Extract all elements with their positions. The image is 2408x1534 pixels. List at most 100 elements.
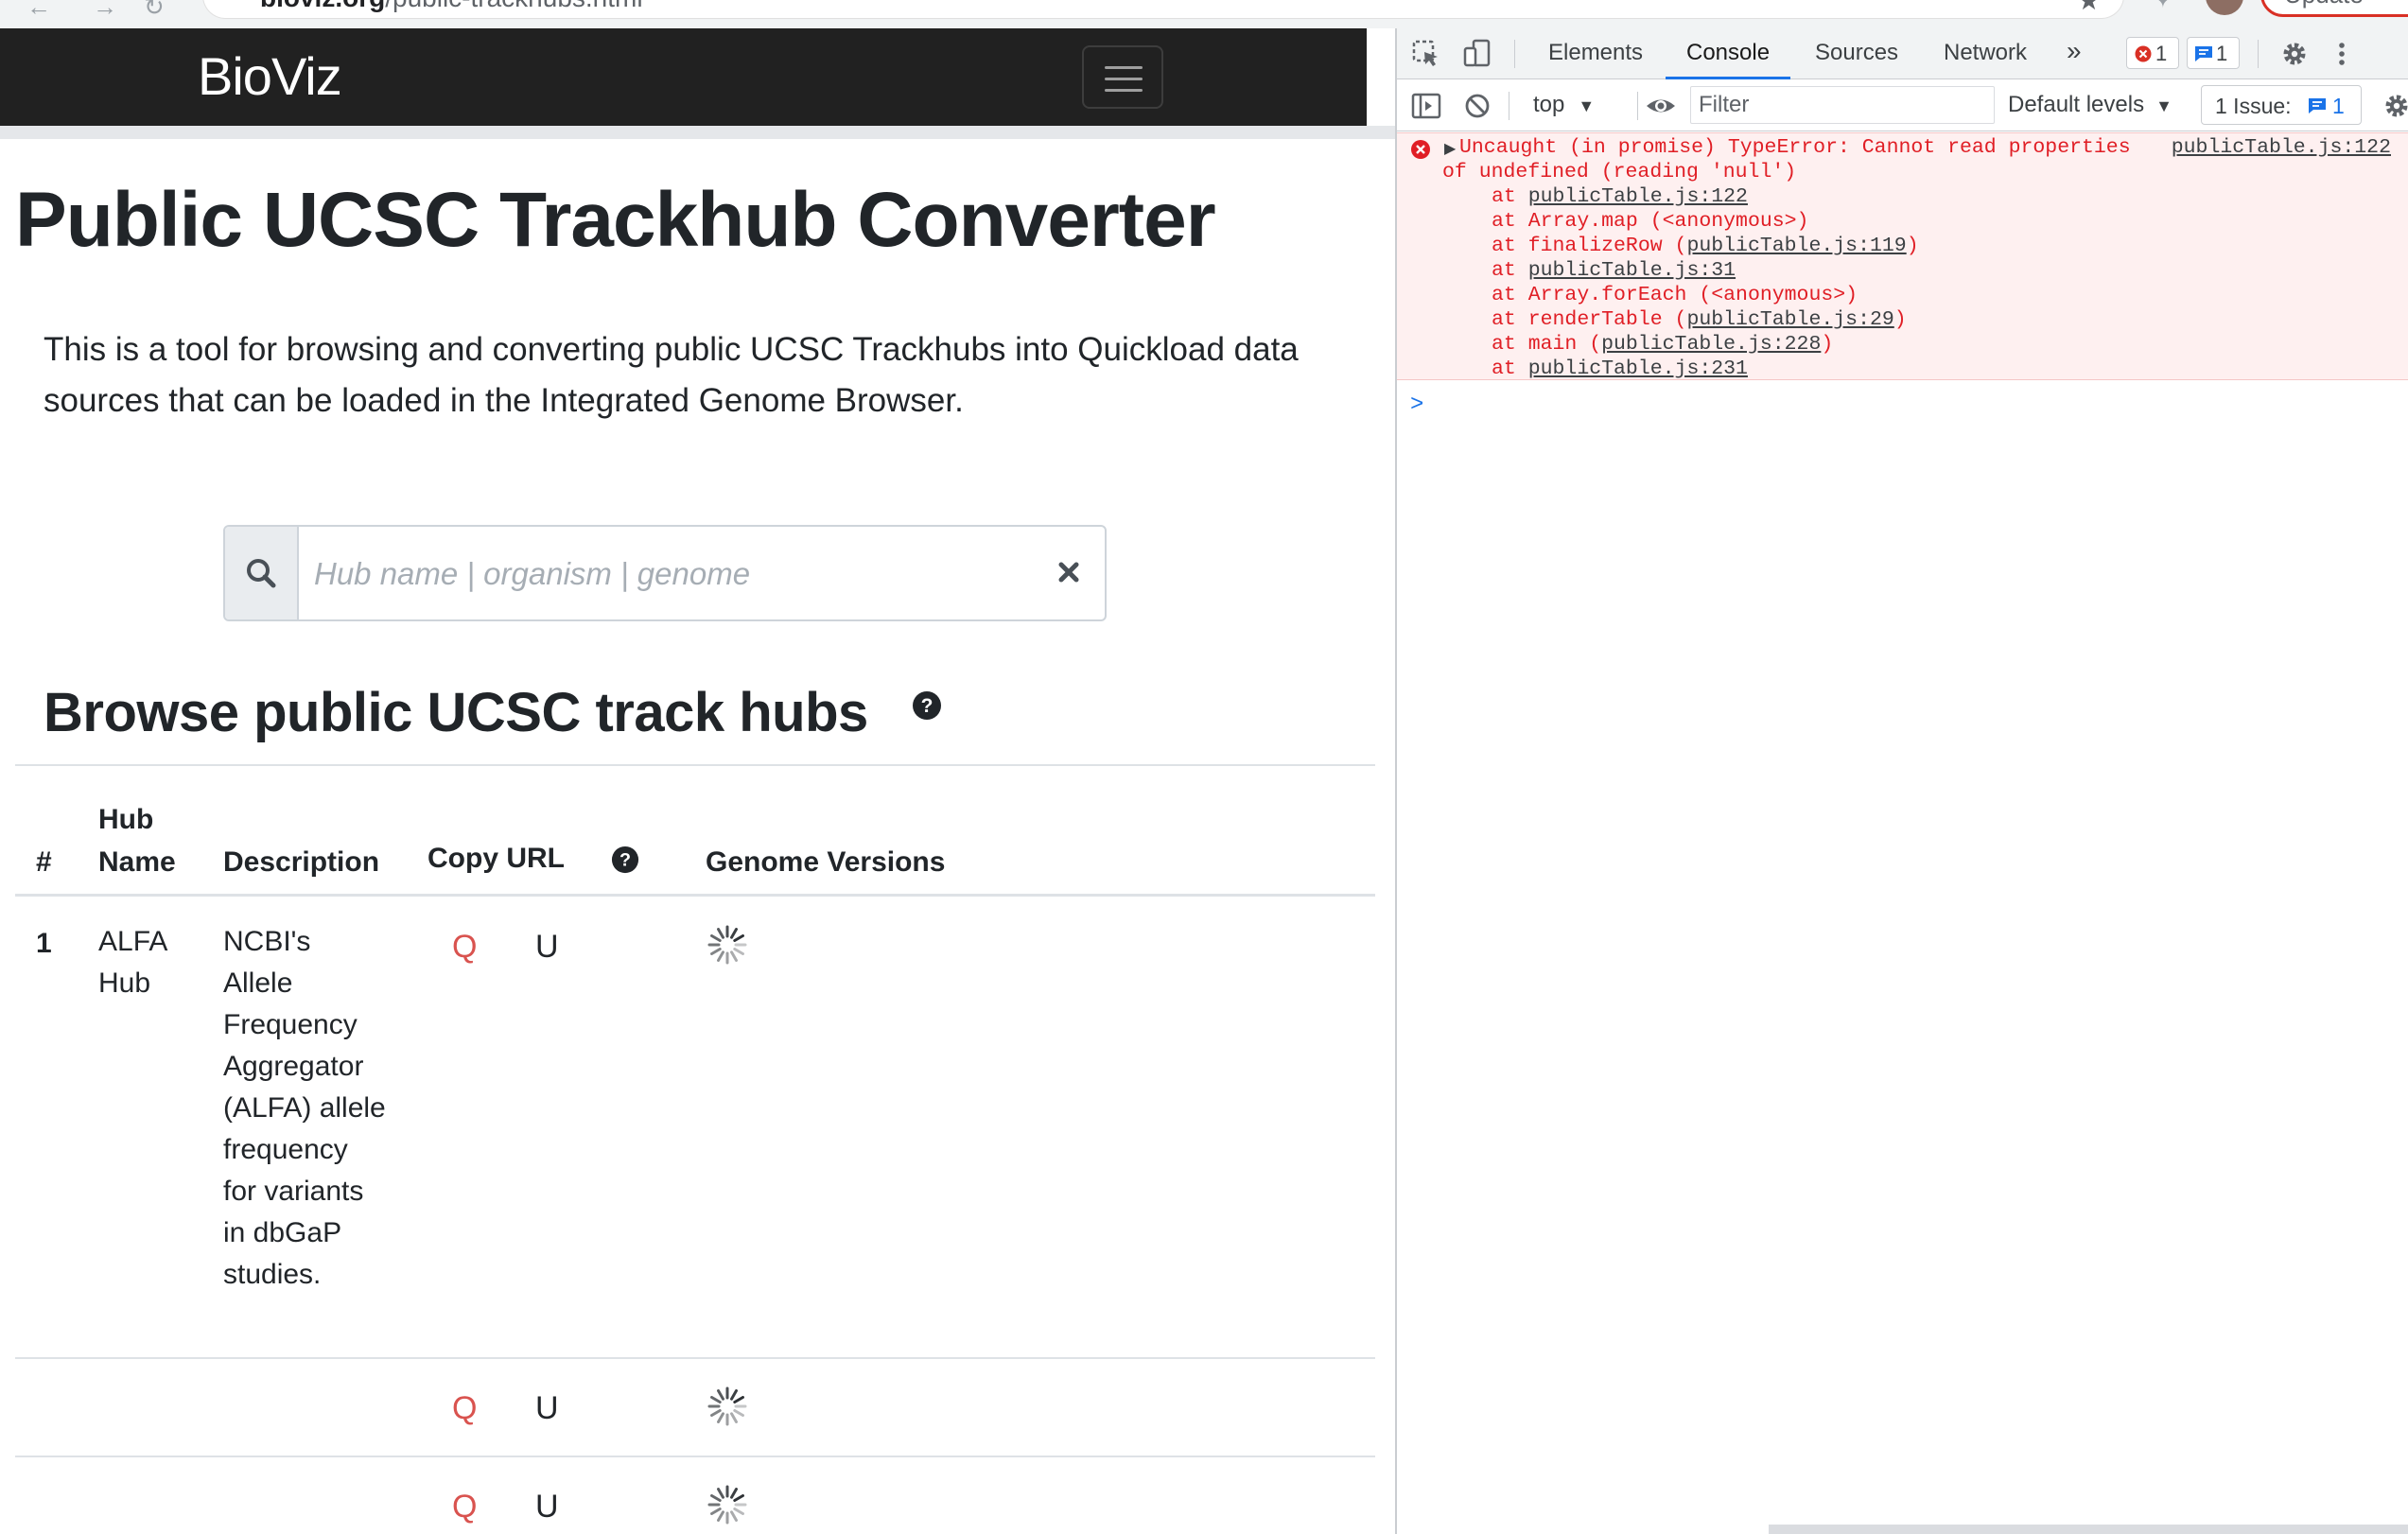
update-button[interactable]: Update: [2260, 0, 2408, 17]
col-header-genome-versions: Genome Versions: [706, 846, 946, 878]
copy-ucsc-url-button[interactable]: U: [535, 1489, 559, 1525]
horizontal-scrollbar[interactable]: [1769, 1525, 2408, 1534]
error-source-link[interactable]: publicTable.js:122: [2172, 135, 2391, 160]
hub-name-line: ALFA: [98, 926, 168, 957]
issue-message-icon: [2309, 98, 2326, 113]
error-count-badge[interactable]: 1: [2126, 37, 2179, 69]
sidebar-toggle-icon[interactable]: [1410, 90, 1442, 122]
url-host: bioviz.org: [260, 0, 385, 12]
tab-console[interactable]: Console: [1686, 40, 1770, 66]
stack-frame: at publicTable.js:231: [1492, 357, 1748, 381]
gear-icon[interactable]: [2278, 38, 2311, 70]
copy-quickload-url-button[interactable]: Q: [452, 1489, 477, 1525]
profile-avatar[interactable]: [2206, 0, 2243, 15]
stack-frame-prefix: at: [1492, 357, 1528, 380]
bookmark-star-icon[interactable]: ★: [2077, 0, 2101, 16]
back-arrow-icon[interactable]: ←: [26, 0, 51, 22]
section-divider: [15, 764, 1375, 766]
message-count-badge[interactable]: 1: [2187, 37, 2240, 69]
row-divider: [15, 1456, 1375, 1457]
stack-frame-suffix: ): [1893, 308, 1907, 331]
forward-arrow-icon[interactable]: →: [93, 0, 117, 22]
spinner-tick: [710, 1409, 722, 1417]
expand-triangle-icon[interactable]: ▶: [1444, 137, 1456, 162]
inspect-element-icon[interactable]: [1410, 38, 1442, 70]
console-prompt[interactable]: >: [1410, 392, 1423, 418]
description-line: in dbGaP: [223, 1217, 342, 1248]
copy-ucsc-url-button[interactable]: U: [535, 929, 559, 966]
stack-frame: at finalizeRow (publicTable.js:119): [1492, 234, 1919, 258]
console-toolbar: top ▼ Default levels ▼ 1 Issue: 1: [1397, 80, 2408, 131]
svg-text:?: ?: [921, 695, 934, 717]
stack-frame-prefix: at Array.forEach (<anonymous>): [1492, 284, 1858, 306]
spinner-tick: [710, 948, 722, 955]
search-input[interactable]: [314, 548, 1014, 601]
spinner-tick: [717, 1412, 724, 1423]
issues-count: 1: [2332, 94, 2345, 118]
stack-frame-link[interactable]: publicTable.js:29: [1686, 308, 1893, 331]
kebab-menu-icon[interactable]: [2326, 38, 2358, 70]
copy-ucsc-url-button[interactable]: U: [535, 1390, 559, 1427]
copy-quickload-url-button[interactable]: Q: [452, 1390, 477, 1427]
copy-url-help-icon[interactable]: ?: [611, 845, 639, 874]
stack-frame: at Array.forEach (<anonymous>): [1492, 283, 1858, 307]
help-icon[interactable]: ?: [912, 690, 942, 721]
stack-frame: at publicTable.js:31: [1492, 258, 1736, 283]
search-addon: [225, 527, 299, 619]
clear-search-icon[interactable]: [1050, 553, 1088, 591]
stack-frame: at main (publicTable.js:228): [1492, 332, 1833, 357]
copy-quickload-url-button[interactable]: Q: [452, 929, 477, 966]
context-selector[interactable]: top ▼: [1533, 92, 1595, 118]
col-header-description: Description: [223, 846, 380, 878]
stack-frame-link[interactable]: publicTable.js:231: [1528, 357, 1748, 380]
issues-button[interactable]: 1 Issue: 1: [2201, 85, 2362, 125]
stack-frame-link[interactable]: publicTable.js:31: [1528, 259, 1736, 282]
error-icon: [1411, 140, 1430, 159]
spinner-tick: [730, 1412, 738, 1423]
dropdown-arrow-icon: ▼: [1578, 96, 1596, 115]
loading-spinner-icon: [707, 925, 747, 965]
console-filter-input[interactable]: [1690, 86, 1995, 124]
col-header-num: #: [36, 846, 52, 878]
stack-frame-link[interactable]: publicTable.js:228: [1601, 333, 1821, 356]
stack-frame-prefix: at renderTable (: [1492, 308, 1687, 331]
stack-frame-prefix: at Array.map (<anonymous>): [1492, 210, 1809, 233]
tab-sources[interactable]: Sources: [1815, 40, 1898, 66]
spinner-tick: [733, 1396, 744, 1403]
more-tabs-icon[interactable]: »: [2067, 36, 2082, 66]
console-settings-gear-icon[interactable]: [2381, 90, 2408, 122]
loading-spinner-icon: [707, 1485, 747, 1525]
spinner-tick: [733, 1409, 744, 1417]
spinner-tick: [733, 948, 744, 955]
devtools-tabbar: Elements Console Sources Network » 1 1: [1397, 28, 2408, 79]
navbar-toggle-button[interactable]: [1082, 45, 1163, 109]
col-header-hub-name-line1: Hub: [98, 804, 154, 835]
reload-icon[interactable]: ↻: [144, 0, 165, 22]
tab-elements[interactable]: Elements: [1548, 40, 1643, 66]
log-levels-dropdown[interactable]: Default levels ▼: [2008, 92, 2172, 118]
description-line: NCBI's: [223, 926, 311, 957]
stack-frame-link[interactable]: publicTable.js:122: [1528, 185, 1748, 208]
intro-text: This is a tool for browsing and converti…: [44, 331, 1299, 419]
spinner-tick: [733, 1508, 744, 1515]
spinner-tick: [730, 950, 738, 962]
clear-console-icon[interactable]: [1461, 90, 1493, 122]
stack-frame-prefix: at main (: [1492, 333, 1602, 356]
console-error-message[interactable]: ▶ Uncaught (in promise) TypeError: Canno…: [1397, 132, 2408, 380]
spinner-tick: [710, 1494, 722, 1502]
loading-spinner-icon: [707, 1386, 747, 1426]
device-toolbar-icon[interactable]: [1461, 38, 1493, 70]
stack-frame-link[interactable]: publicTable.js:119: [1686, 235, 1906, 257]
col-header-hub-name-line2: Name: [98, 846, 176, 878]
address-bar-url[interactable]: bioviz.org/public-trackhubs.html: [260, 0, 643, 13]
brand-logo[interactable]: BioViz: [198, 45, 342, 107]
tab-network[interactable]: Network: [1944, 40, 2027, 66]
error-text-line1: Uncaught (in promise) TypeError: Cannot …: [1459, 136, 2131, 159]
page-title: Public UCSC Trackhub Converter: [15, 177, 1216, 263]
navbar-gap: [0, 126, 1395, 139]
live-expression-eye-icon[interactable]: [1645, 90, 1677, 122]
error-text-line2: of undefined (reading 'null'): [1442, 161, 1797, 183]
search-group: [223, 525, 1107, 621]
extensions-icon[interactable]: ✦: [2153, 0, 2173, 14]
web-page: BioViz Public UCSC Trackhub Converter Th…: [0, 28, 1395, 1534]
